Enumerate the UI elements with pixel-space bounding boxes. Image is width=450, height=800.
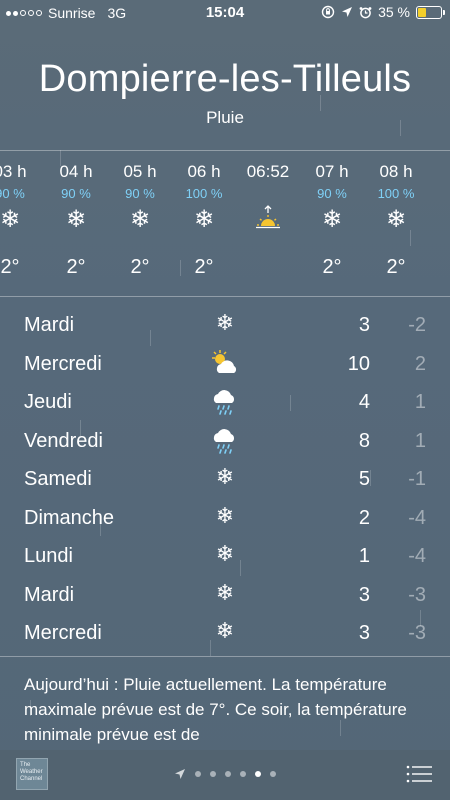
snowflake-icon: ❄ (129, 205, 151, 233)
day-name: Dimanche (24, 506, 115, 529)
divider (0, 150, 450, 151)
page-dot[interactable] (225, 771, 231, 777)
snowflake-icon: ❄ (215, 311, 235, 336)
day-name: Lundi (24, 545, 73, 567)
low-temp: -3 (408, 622, 426, 644)
hourly-temp: 2° (0, 256, 20, 278)
high-temp: 8 (358, 429, 370, 452)
bottom-toolbar: The Weather Channel (0, 750, 450, 800)
high-temp: 1 (358, 545, 370, 567)
city-list-icon[interactable] (406, 764, 432, 784)
hourly-temp: 2° (194, 256, 214, 278)
precip-chance: 90 % (61, 186, 91, 201)
low-temp: -4 (408, 545, 426, 567)
snowflake-icon: ❄ (215, 542, 235, 567)
page-dot[interactable] (240, 771, 246, 777)
hourly-forecast[interactable]: 03 h 90 % ❄ 2° 04 h 90 % ❄ 2° 05 h 90 % ❄ 2° 06 h 100… (0, 152, 450, 294)
current-condition: Pluie (206, 108, 244, 127)
hourly-time: 08 h (379, 162, 413, 181)
day-name: Mercredi (24, 622, 102, 644)
hourly-time: 05 h (123, 162, 157, 181)
low-temp: -2 (408, 314, 426, 336)
snowflake-icon: ❄ (321, 205, 343, 233)
hourly-time: 03 h (0, 162, 27, 181)
hourly-time: 06:52 (246, 162, 290, 181)
divider (0, 656, 450, 657)
day-name: Jeudi (24, 391, 72, 413)
precip-chance: 100 % (185, 186, 223, 201)
sunrise-icon (236, 204, 300, 234)
daily-row: Vendredi 8 1 (0, 422, 450, 460)
rain-cloud-icon (208, 387, 242, 421)
day-name: Mardi (24, 314, 75, 336)
current-location-icon (175, 769, 185, 779)
day-name: Mardi (24, 583, 75, 606)
hourly-temp: 2° (386, 256, 406, 278)
high-temp: 3 (358, 622, 370, 644)
precip-chance: 90 % (0, 186, 25, 201)
high-temp: 5 (358, 468, 370, 490)
page-dot[interactable] (255, 771, 261, 777)
day-name: Mercredi (24, 352, 102, 375)
snowflake-icon: ❄ (65, 205, 87, 233)
rotation-lock-icon (321, 5, 335, 19)
daily-row: Samedi ❄ 5 -1 (0, 460, 450, 498)
hourly-time: 07 h (315, 162, 349, 181)
forecast-summary: Aujourd’hui : Pluie actuellement. La tem… (24, 675, 407, 744)
day-name: Samedi (24, 468, 92, 490)
hourly-time: 04 h (59, 162, 93, 181)
daily-row: Mercredi 10 2 (0, 345, 450, 383)
sun-cloud-icon (208, 349, 242, 383)
high-temp: 2 (358, 506, 370, 529)
snowflake-icon: ❄ (215, 503, 235, 529)
high-temp: 3 (358, 314, 370, 336)
page-dot[interactable] (270, 771, 276, 777)
high-temp: 3 (358, 583, 370, 606)
snowflake-icon: ❄ (215, 619, 235, 644)
snowflake-icon: ❄ (0, 205, 21, 233)
daily-row: Dimanche ❄ 2 -4 (0, 499, 450, 537)
daily-row: Jeudi 4 1 (0, 383, 450, 421)
location-arrow-icon (342, 7, 353, 17)
low-temp: -4 (408, 506, 426, 529)
snowflake-icon: ❄ (215, 465, 235, 490)
low-temp: 2 (414, 352, 426, 375)
low-temp: 1 (414, 429, 426, 452)
battery-icon (416, 5, 445, 19)
rain-cloud-icon (208, 426, 242, 460)
precip-chance: 100 % (377, 186, 415, 201)
precip-chance: 90 % (317, 186, 347, 201)
alarm-icon (359, 6, 372, 18)
page-indicator[interactable] (0, 768, 450, 780)
page-dot[interactable] (195, 771, 201, 777)
daily-row: Mardi ❄ 3 -2 (0, 306, 450, 344)
low-temp: 1 (414, 391, 426, 413)
hourly-temp: 2° (130, 256, 150, 278)
daily-row: Lundi ❄ 1 -4 (0, 537, 450, 575)
day-name: Vendredi (24, 429, 103, 452)
low-temp: -3 (408, 583, 426, 606)
battery-percent: 35 % (378, 4, 410, 20)
high-temp: 4 (358, 391, 370, 413)
hourly-temp: 2° (66, 256, 86, 278)
divider (0, 296, 450, 297)
hourly-time: 06 h (187, 162, 221, 181)
snowflake-icon: ❄ (385, 205, 407, 233)
city-name: Dompierre-les-Tilleuls (38, 58, 412, 100)
precip-chance: 90 % (125, 186, 155, 201)
page-dot[interactable] (210, 771, 216, 777)
hourly-temp: 2° (322, 256, 342, 278)
daily-row: Mardi ❄ 3 -3 (0, 576, 450, 614)
high-temp: 10 (347, 352, 370, 375)
snowflake-icon: ❄ (215, 580, 235, 606)
daily-row: Mercredi ❄ 3 -3 (0, 614, 450, 652)
low-temp: -1 (408, 468, 426, 490)
status-bar: Sunrise 3G 15:04 35 % (0, 0, 450, 26)
snowflake-icon: ❄ (193, 205, 215, 233)
